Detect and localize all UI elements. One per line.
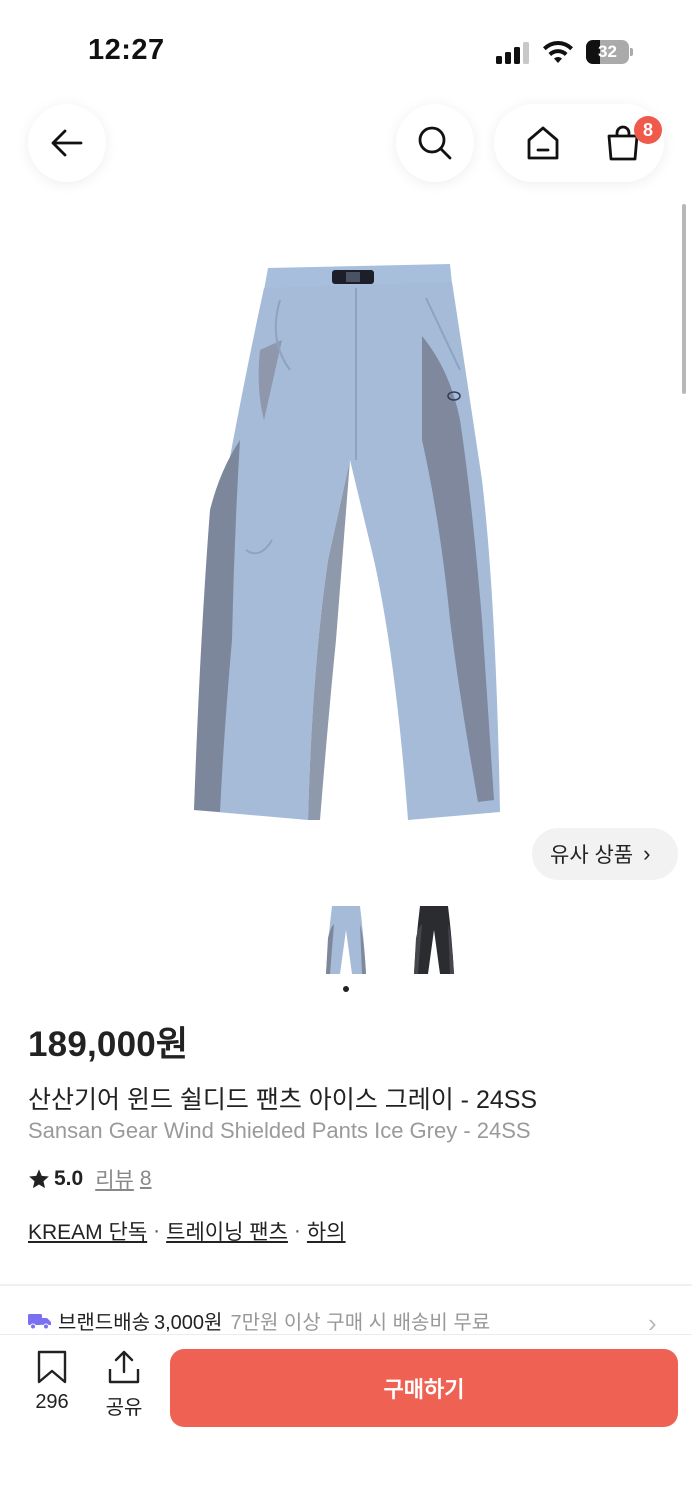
tag-bottoms[interactable]: 하의	[307, 1216, 346, 1246]
shipping-note: 7만원 이상 구매 시 배송비 무료	[230, 1312, 491, 1334]
bookmark-button[interactable]: 296	[20, 1349, 84, 1425]
share-icon	[108, 1350, 140, 1384]
category-tags: KREAM 단독 · 트레이닝 팬츠 · 하의	[28, 1216, 346, 1246]
product-price: 189,000원	[28, 1025, 189, 1064]
battery-icon: 32	[586, 40, 634, 64]
tag-kream-exclusive[interactable]: KREAM 단독	[28, 1216, 147, 1246]
search-button[interactable]	[396, 104, 474, 182]
buy-button[interactable]: 구매하기	[170, 1349, 678, 1427]
similar-products-label: 유사 상품	[550, 844, 634, 867]
similar-products-button[interactable]: 유사 상품 ›	[532, 828, 678, 880]
bookmark-count: 296	[35, 1391, 69, 1413]
cart-button[interactable]: 8	[584, 104, 662, 182]
section-divider	[0, 1284, 692, 1286]
tag-separator: ·	[153, 1219, 161, 1242]
bottom-action-bar: 296 공유 구매하기	[0, 1334, 692, 1500]
shipping-fee: 3,000원	[154, 1312, 223, 1334]
review-link[interactable]: 리뷰	[95, 1164, 134, 1194]
product-image[interactable]	[160, 240, 532, 840]
gallery-page-indicator	[343, 986, 349, 992]
product-name-english: Sansan Gear Wind Shielded Pants Ice Grey…	[28, 1118, 531, 1143]
thumbnail-ice-grey[interactable]	[314, 898, 378, 980]
chevron-right-icon: ›	[643, 841, 651, 866]
status-time: 12:27	[88, 34, 165, 66]
wifi-icon	[543, 40, 573, 63]
product-name-korean: 산산기어 윈드 쉴디드 팬츠 아이스 그레이 - 24SS	[28, 1086, 538, 1114]
search-icon	[418, 126, 452, 160]
rating-row: 5.0 리뷰 8	[28, 1164, 152, 1194]
shipping-label: 브랜드배송	[58, 1312, 150, 1334]
share-label: 공유	[105, 1397, 143, 1419]
battery-level: 32	[598, 42, 617, 61]
cart-count-badge: 8	[634, 116, 662, 144]
rating-score: 5.0	[54, 1167, 84, 1190]
share-button[interactable]: 공유	[92, 1349, 156, 1425]
cellular-signal-icon	[496, 42, 532, 64]
star-icon	[29, 1169, 49, 1189]
thumbnail-black[interactable]	[402, 898, 466, 980]
nav-pill: 8	[494, 104, 664, 182]
tag-separator: ·	[293, 1219, 301, 1242]
bookmark-icon	[37, 1350, 67, 1384]
home-icon	[527, 126, 559, 160]
review-count[interactable]: 8	[140, 1167, 152, 1191]
truck-icon	[28, 1313, 51, 1329]
tag-training-pants[interactable]: 트레이닝 팬츠	[166, 1216, 288, 1246]
back-arrow-icon	[51, 129, 83, 157]
shipping-info[interactable]: 브랜드배송 3,000원 7만원 이상 구매 시 배송비 무료	[28, 1306, 490, 1335]
home-button[interactable]	[504, 104, 582, 182]
status-bar: 12:27 32	[0, 0, 692, 100]
scroll-indicator[interactable]	[682, 204, 686, 394]
back-button[interactable]	[28, 104, 106, 182]
